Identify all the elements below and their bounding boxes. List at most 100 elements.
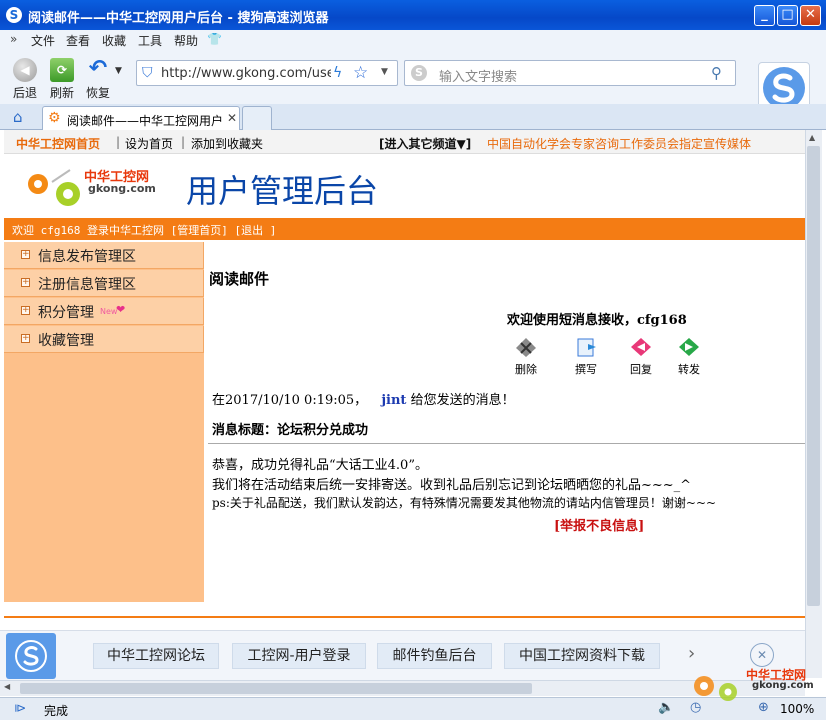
tab-read-mail[interactable]: ⚙ 阅读邮件——中华工控网用户 ✕ — [42, 106, 240, 131]
refresh-label: 刷新 — [49, 86, 74, 100]
search-box[interactable]: S 输入文字搜索 ⚲ — [404, 60, 736, 86]
bookmark-forum[interactable]: 中华工控网论坛 — [93, 643, 219, 669]
watermark-text-en: gkong.com — [752, 680, 814, 691]
vertical-scroll-thumb[interactable] — [807, 146, 820, 606]
link-add-favorites[interactable]: 添加到收藏夹 — [191, 135, 263, 152]
home-icon[interactable]: ⌂ — [13, 108, 23, 126]
expand-icon: + — [21, 305, 30, 315]
sidebar-item-label: 信息发布管理区 — [38, 249, 136, 265]
bookmark-user-login[interactable]: 工控网-用户登录 — [232, 643, 366, 669]
sogou-app-icon: S — [6, 7, 22, 23]
gkong-watermark: 中华工控网 gkong.com — [690, 664, 820, 704]
restore-dropdown-icon[interactable]: ▼ — [115, 66, 122, 76]
sidebar-item-favorites[interactable]: + 收藏管理 — [4, 326, 204, 353]
menu-tools[interactable]: 工具 — [138, 32, 162, 49]
maximize-button[interactable]: □ — [777, 5, 798, 26]
forward-label: 转发 — [678, 363, 700, 376]
bookmark-more-icon[interactable]: › — [688, 643, 695, 664]
delete-icon — [516, 338, 536, 357]
address-bar[interactable]: ⛉ http://www.gkong.com/use ϟ ☆ ▼ — [136, 60, 398, 86]
sidebar: + 信息发布管理区 + 注册信息管理区 + 积分管理 New ❤ + 收藏管理 — [4, 242, 204, 602]
compose-button[interactable]: 撰写 — [572, 336, 600, 377]
horizontal-scrollbar[interactable]: ◀ — [0, 680, 805, 696]
delete-label: 删除 — [515, 363, 537, 376]
lightning-icon[interactable]: ϟ — [333, 65, 342, 81]
back-button[interactable]: ◀ 后退 — [12, 58, 38, 101]
reply-icon — [631, 338, 651, 356]
menu-file[interactable]: 文件 — [31, 32, 55, 49]
reply-label: 回复 — [630, 363, 652, 376]
tab-title: 阅读邮件——中华工控网用户 — [67, 114, 224, 128]
expand-icon: + — [21, 277, 30, 287]
sidebar-item-label: 积分管理 — [38, 305, 94, 321]
mail-greeting: 欢迎使用短消息接收，cfg168 — [507, 313, 687, 328]
shield-icon: ⛉ — [142, 65, 153, 81]
sent-time: 在2017/10/10 0:19:05， — [212, 393, 368, 408]
page-viewport: 中华工控网首页 | 设为首页 | 添加到收藏夹 [进入其它频道▼] 中国自动化学… — [4, 130, 805, 630]
search-icon[interactable]: ⚲ — [711, 64, 722, 82]
forward-icon — [679, 338, 699, 356]
heart-icon: ❤ — [116, 303, 126, 316]
expand-icon: + — [21, 333, 30, 343]
sidebar-item-points[interactable]: + 积分管理 New ❤ — [4, 298, 204, 325]
back-arrow-icon: ◀ — [13, 58, 37, 82]
reply-button[interactable]: 回复 — [627, 336, 655, 377]
volume-icon[interactable]: 🔈 — [658, 700, 674, 715]
status-text: 完成 — [44, 704, 69, 718]
shirt-icon[interactable]: 👕 — [207, 32, 222, 46]
site-top-links: 中华工控网首页 | 设为首页 | 添加到收藏夹 [进入其它频道▼] 中国自动化学… — [4, 130, 805, 154]
sogou-s-icon — [15, 640, 47, 672]
scroll-left-icon[interactable]: ◀ — [4, 682, 10, 691]
menu-help[interactable]: 帮助 — [174, 32, 198, 49]
delete-button[interactable]: 删除 — [512, 336, 540, 377]
tab-bar: ⌂ ⚙ 阅读邮件——中华工控网用户 ✕ — [0, 104, 826, 131]
welcome-text[interactable]: 欢迎 cfg168 登录中华工控网 [管理首页] [退出 ] — [12, 222, 276, 238]
forward-button[interactable]: 转发 — [675, 336, 703, 377]
scroll-up-icon[interactable]: ▲ — [809, 133, 815, 142]
mail-body-line: 恭喜，成功兑得礼品“大话工业4.0”。 — [212, 458, 428, 473]
url-text[interactable]: http://www.gkong.com/use — [161, 66, 331, 81]
mail-subject: 消息标题：论坛积分兑成功 — [212, 423, 369, 438]
sidebar-item-registration[interactable]: + 注册信息管理区 — [4, 270, 204, 297]
report-link[interactable]: [举报不良信息] — [554, 515, 644, 534]
menu-favorites[interactable]: 收藏 — [102, 32, 126, 49]
menu-bar: » 文件 查看 收藏 工具 帮助 👕 — [0, 30, 826, 50]
sidebar-toggle-icon[interactable]: ⧐ — [14, 701, 26, 715]
sender-link[interactable]: jint — [381, 393, 406, 408]
channel-dropdown[interactable]: [进入其它频道▼] — [379, 135, 471, 152]
star-icon[interactable]: ☆ — [353, 63, 368, 83]
search-engine-icon[interactable]: S — [411, 65, 427, 81]
back-label: 后退 — [12, 86, 37, 100]
menu-view[interactable]: 查看 — [66, 32, 90, 49]
welcome-bar: 欢迎 cfg168 登录中华工控网 [管理首页] [退出 ] — [4, 218, 805, 240]
gkong-favicon-icon: ⚙ — [48, 110, 61, 126]
sogou-sidebar-button[interactable] — [6, 633, 56, 679]
link-gkong-home[interactable]: 中华工控网首页 — [16, 135, 100, 152]
horizontal-scroll-thumb[interactable] — [20, 683, 532, 694]
search-input[interactable]: 输入文字搜索 — [439, 66, 517, 85]
mail-sent-line: 在2017/10/10 0:19:05， jint 给您发送的消息！ — [212, 389, 515, 408]
compose-label: 撰写 — [575, 363, 597, 376]
new-tab-button[interactable] — [242, 106, 272, 131]
bookmark-downloads[interactable]: 中国工控网资料下载 — [504, 643, 660, 669]
window-title: 阅读邮件——中华工控网用户后台 - 搜狗高速浏览器 — [28, 11, 329, 26]
restore-button[interactable]: ↶ 恢复 — [84, 58, 112, 101]
divider: | — [116, 135, 121, 149]
footer-divider — [4, 616, 805, 618]
close-window-button[interactable]: ✕ — [800, 5, 821, 26]
divider — [208, 443, 805, 444]
bookmark-phishing-admin[interactable]: 邮件钓鱼后台 — [377, 643, 492, 669]
expand-icon: + — [21, 249, 30, 259]
menu-chevron[interactable]: » — [10, 32, 17, 46]
refresh-button[interactable]: ⟳ 刷新 — [48, 58, 76, 101]
sidebar-item-publish[interactable]: + 信息发布管理区 — [4, 242, 204, 269]
logo-text-en: gkong.com — [88, 182, 156, 195]
gkong-logo[interactable]: 中华工控网 gkong.com — [24, 164, 164, 214]
link-set-homepage[interactable]: 设为首页 — [125, 135, 173, 152]
minimize-button[interactable]: _ — [754, 5, 775, 26]
zoom-level[interactable]: 100% — [780, 702, 814, 716]
undo-icon: ↶ — [88, 56, 108, 81]
sidebar-item-label: 注册信息管理区 — [38, 277, 136, 293]
url-dropdown-icon[interactable]: ▼ — [381, 67, 388, 77]
tab-close-icon[interactable]: ✕ — [227, 111, 237, 125]
